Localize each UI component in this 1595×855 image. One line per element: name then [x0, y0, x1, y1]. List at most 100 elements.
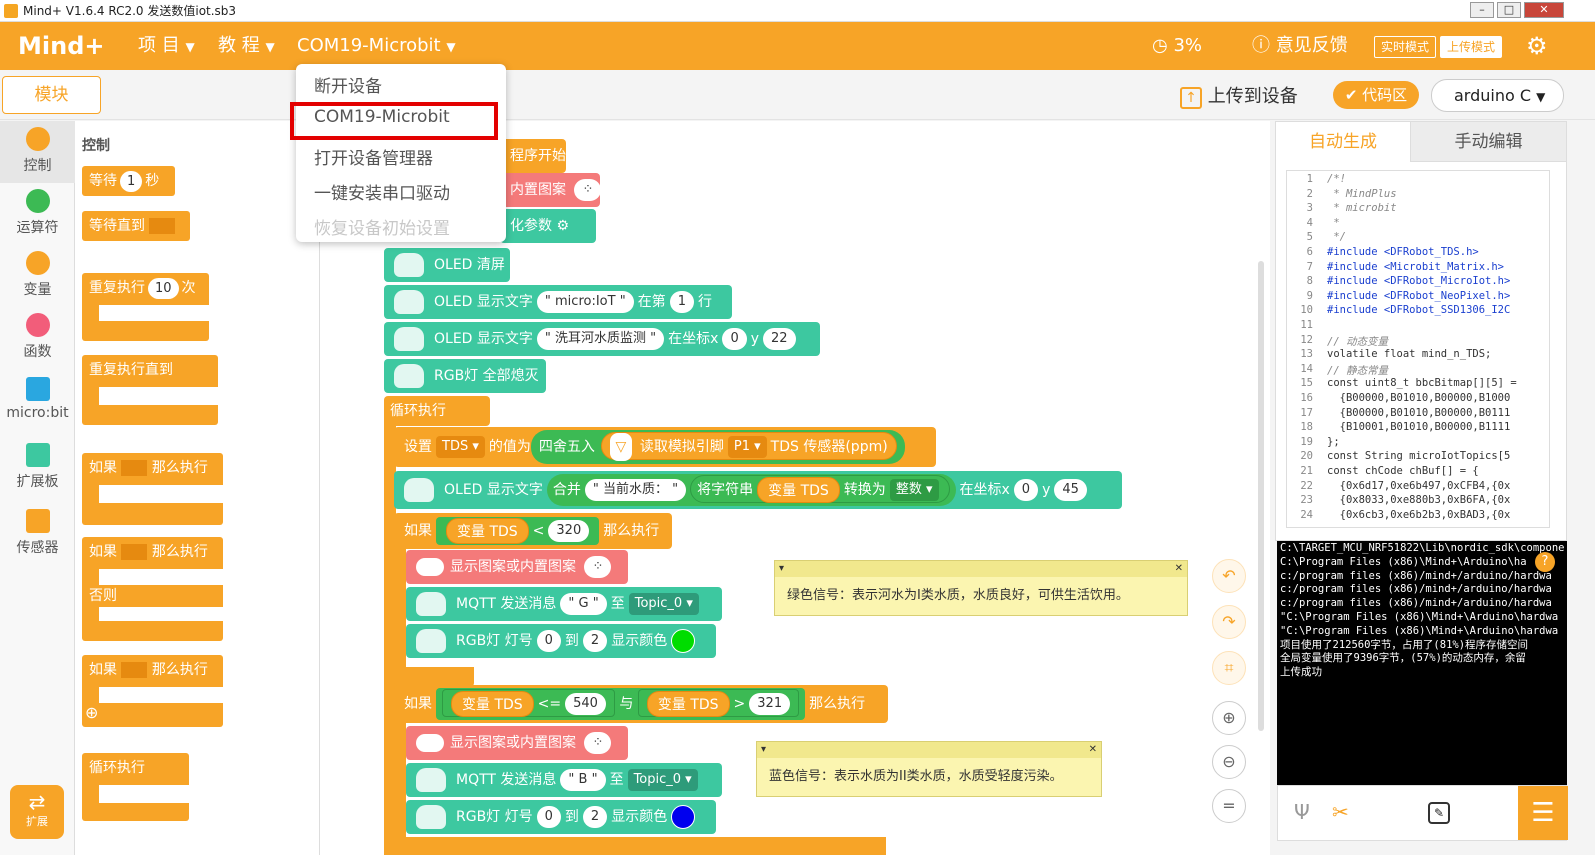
block-oled-text-xy[interactable]: OLED 显示文字 " 洗耳河水质监测 " 在坐标x 0 y 22	[384, 322, 820, 356]
text-input[interactable]: " micro:IoT "	[536, 291, 634, 313]
category-expansion-board[interactable]: 扩展板	[0, 437, 75, 499]
block-set-variable[interactable]: 设置 TDS ▾ 的值为 四舍五入 ▽ 读取模拟引脚 P1 ▾ TDS 传感器(ppm)	[394, 427, 936, 467]
block-if-then-plus[interactable]: 如果 那么执行 ⊕	[82, 655, 223, 727]
y-input[interactable]: 45	[1054, 479, 1087, 501]
message-input[interactable]: " G "	[560, 593, 607, 615]
crop-icon[interactable]: ⌗	[1212, 651, 1246, 685]
type-dropdown[interactable]: 整数 ▾	[889, 479, 939, 501]
comment-text[interactable]: 绿色信号：表示河水为I类水质，水质良好，可供生活饮用。	[775, 577, 1187, 610]
block-to-string[interactable]: 将字符串 变量 TDS 转换为 整数 ▾	[690, 475, 950, 503]
led-end-input[interactable]: 2	[582, 630, 608, 652]
zoom-out-icon[interactable]: ⊖	[1212, 745, 1246, 779]
pattern-preview[interactable]: ⁘	[574, 179, 602, 201]
maximize-button[interactable]: □	[1497, 2, 1521, 18]
block-if-tds-range[interactable]: 如果 变量 TDS <= 540 与 变量 TDS >321 那么执行	[394, 685, 888, 723]
topic-dropdown[interactable]: Topic_0 ▾	[627, 769, 698, 791]
block-oled-join-text[interactable]: OLED 显示文字 合并 " 当前水质： " 将字符串 变量 TDS 转换为 整数 ▾ 在坐标…	[394, 471, 1122, 509]
pattern-preview[interactable]: ⁘	[584, 556, 612, 578]
extensions-button[interactable]: ⇄ 扩展	[10, 785, 64, 839]
block-show-pattern[interactable]: 显示图案或内置图案 ⁘	[406, 550, 628, 584]
block-init-params[interactable]: 化参数 ⚙	[500, 209, 596, 243]
block-rgb-off[interactable]: RGB灯 全部熄灭	[384, 359, 546, 393]
block-round[interactable]: 四舍五入 ▽ 读取模拟引脚 P1 ▾ TDS 传感器(ppm)	[530, 430, 905, 464]
block-if-then[interactable]: 如果 那么执行	[82, 453, 223, 525]
usb-icon[interactable]: Ψ	[1294, 800, 1310, 824]
close-icon[interactable]: ✕	[1089, 742, 1097, 758]
block-mqtt-send-b[interactable]: MQTT 发送消息 " B " 至 Topic_0 ▾	[406, 763, 722, 797]
tab-manual-edit[interactable]: 手动编辑	[1410, 122, 1566, 162]
block-repeat-until[interactable]: 重复执行直到	[82, 355, 218, 425]
board-language-select[interactable]: arduino C ▼	[1431, 79, 1564, 112]
value-input[interactable]: 321	[749, 693, 791, 715]
x-input[interactable]: 0	[722, 328, 747, 350]
block-forever-loop[interactable]: 循环执行	[384, 396, 490, 426]
pattern-preview[interactable]: ⁘	[584, 732, 612, 754]
block-and[interactable]: 变量 TDS <= 540 与 变量 TDS >321	[436, 688, 806, 720]
code-editor[interactable]: 1 /*! 2 * MindPlus 3 * microbit 4 * 5 */ 6 #inc…	[1286, 170, 1550, 528]
led-start-input[interactable]: 0	[536, 630, 561, 652]
repeat-count-input[interactable]: 10	[148, 278, 179, 299]
comment-text[interactable]: 蓝色信号：表示水质为II类水质，水质受轻度污染。	[757, 758, 1101, 791]
close-icon[interactable]: ✕	[1175, 561, 1183, 577]
collapse-icon[interactable]: ▾	[779, 563, 784, 574]
block-wait[interactable]: 等待 1 秒	[82, 166, 175, 196]
text-input[interactable]: " 洗耳河水质监测 "	[536, 328, 665, 350]
code-area-toggle[interactable]: ✔ 代码区	[1333, 81, 1419, 109]
category-sensor[interactable]: 传感器	[0, 503, 75, 565]
minimize-button[interactable]: –	[1470, 2, 1494, 18]
realtime-mode-button[interactable]: 实时模式	[1374, 36, 1437, 58]
menu-item-disconnect[interactable]: 断开设备	[314, 72, 382, 97]
feedback-button[interactable]: ⓘ 意见反馈	[1252, 22, 1348, 70]
serial-console[interactable]: C:\TARGET_MCU_NRF51822\Lib\nordic_sdk\co…	[1277, 541, 1567, 785]
disconnect-icon[interactable]: ✂	[1332, 800, 1349, 824]
block-rgb-blue[interactable]: RGB灯 灯号 0 到 2 显示颜色	[406, 800, 716, 834]
close-button[interactable]: ✕	[1524, 2, 1564, 18]
category-operators[interactable]: 运算符	[0, 183, 75, 245]
comment-blue-signal[interactable]: ▾ ✕ 蓝色信号：表示水质为II类水质，水质受轻度污染。	[756, 741, 1102, 797]
message-input[interactable]: " B "	[560, 769, 606, 791]
block-if-else[interactable]: 如果 那么执行 否则	[82, 537, 223, 641]
menu-device[interactable]: COM19-Microbit ▼	[297, 22, 456, 70]
block-if-tds-lt-320[interactable]: 如果 变量 TDS <320 那么执行	[394, 513, 672, 549]
redo-icon[interactable]: ↷	[1212, 605, 1246, 639]
value-input[interactable]: 540	[565, 693, 606, 715]
tab-auto-generate[interactable]: 自动生成	[1276, 122, 1410, 162]
block-mqtt-send-g[interactable]: MQTT 发送消息 " G " 至 Topic_0 ▾	[406, 587, 722, 621]
category-microbit[interactable]: micro:bit	[0, 371, 75, 433]
y-input[interactable]: 22	[763, 328, 796, 350]
category-functions[interactable]: 函数	[0, 307, 75, 369]
variable-tds-reporter[interactable]: 变量 TDS	[646, 691, 730, 717]
upload-mode-button[interactable]: 上传模式	[1440, 36, 1503, 58]
menu-list-icon[interactable]: ☰	[1518, 786, 1568, 840]
block-compare[interactable]: 变量 TDS <320	[436, 517, 600, 545]
menu-item-install-driver[interactable]: 一键安装串口驱动	[314, 179, 450, 204]
gear-icon[interactable]: ⚙	[556, 218, 569, 234]
collapse-icon[interactable]: ▾	[761, 744, 766, 755]
wait-seconds-input[interactable]: 1	[120, 171, 143, 192]
modules-tab[interactable]: 模块	[2, 76, 101, 114]
color-picker-blue[interactable]	[671, 805, 696, 829]
comment-green-signal[interactable]: ▾ ✕ 绿色信号：表示河水为I类水质，水质良好，可供生活饮用。	[774, 560, 1188, 616]
color-picker-green[interactable]	[671, 629, 696, 653]
zoom-reset-icon[interactable]: =	[1212, 789, 1246, 823]
block-wait-until[interactable]: 等待直到	[82, 211, 190, 241]
block-repeat[interactable]: 重复执行 10 次	[82, 273, 209, 341]
upload-to-device-button[interactable]: ↑ 上传到设备	[1180, 82, 1298, 109]
category-variables[interactable]: 变量	[0, 245, 75, 307]
help-icon[interactable]: ?	[1535, 552, 1555, 572]
clear-console-icon[interactable]: ✎	[1428, 802, 1450, 824]
settings-gear-icon[interactable]: ⚙	[1526, 32, 1548, 60]
undo-icon[interactable]: ↶	[1212, 559, 1246, 593]
menu-tutorial[interactable]: 教 程 ▼	[218, 22, 275, 70]
led-start-input[interactable]: 0	[536, 806, 561, 828]
variable-tds-reporter[interactable]: 变量 TDS	[446, 518, 529, 544]
block-oled-text[interactable]: OLED 显示文字 " micro:IoT " 在第 1 行	[384, 285, 732, 319]
plus-icon[interactable]: ⊕	[85, 703, 98, 723]
block-oled-clear[interactable]: OLED 清屏	[384, 248, 510, 282]
variable-tds-reporter[interactable]: 变量 TDS	[757, 477, 840, 503]
block-join[interactable]: 合并 " 当前水质： " 将字符串 变量 TDS 转换为 整数 ▾	[546, 474, 956, 506]
block-builtin-pattern[interactable]: 内置图案 ⁘	[500, 173, 602, 207]
variable-tds-reporter[interactable]: 变量 TDS	[451, 691, 534, 717]
category-control[interactable]: 控制	[0, 121, 75, 183]
pin-dropdown[interactable]: P1 ▾	[727, 436, 767, 458]
